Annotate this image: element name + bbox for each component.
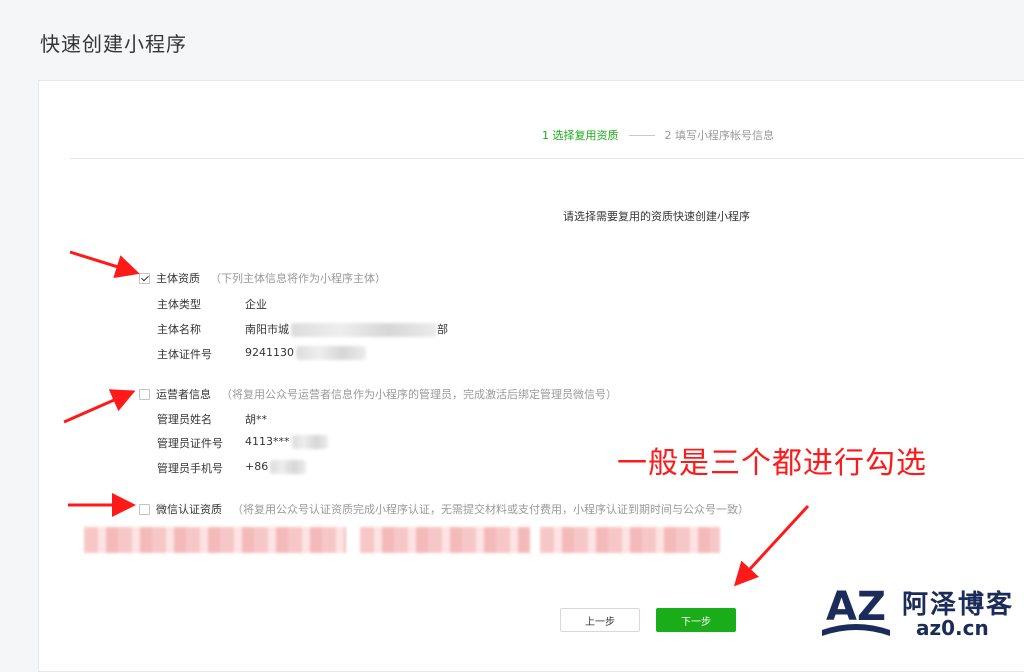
- subject-row-id: 主体证件号 9241130: [157, 346, 366, 362]
- redacted-blur: [291, 435, 328, 449]
- row-key: 主体类型: [157, 298, 201, 311]
- row-key: 主体名称: [157, 323, 201, 336]
- section-wechat-auth: 微信认证资质 （将复用公众号认证资质完成小程序认证，无需提交材料或支付费用，小程…: [139, 501, 749, 517]
- intro-text: 请选择需要复用的资质快速创建小程序: [563, 210, 750, 223]
- redacted-blur: [296, 346, 366, 360]
- step-indicator: 1 选择复用资质 2 填写小程序帐号信息: [542, 127, 774, 143]
- redacted-blur: [291, 323, 437, 337]
- prev-button[interactable]: 上一步: [560, 608, 640, 632]
- row-value-text: 9241130: [245, 346, 294, 359]
- wechat-auth-note: （将复用公众号认证资质完成小程序认证，无需提交材料或支付费用，小程序认证到期时间…: [232, 503, 749, 516]
- row-value: 南阳市城 部: [245, 321, 448, 337]
- section-subject: 主体资质 （下列主体信息将作为小程序主体）: [139, 270, 386, 286]
- operator-row-id: 管理员证件号 4113***: [157, 435, 328, 451]
- step-connector: [628, 134, 655, 136]
- subject-row-type: 主体类型 企业: [157, 296, 267, 312]
- subject-note: （下列主体信息将作为小程序主体）: [210, 272, 386, 285]
- wechat-auth-label: 微信认证资质: [156, 503, 222, 516]
- operator-note: （将复用公众号运营者信息作为小程序的管理员，完成激活后绑定管理员微信号）: [221, 388, 617, 401]
- row-value: 9241130: [245, 346, 366, 362]
- logo-mark-text: AZ: [826, 584, 886, 630]
- step-divider: [70, 158, 1024, 159]
- subject-label: 主体资质: [156, 272, 200, 285]
- wechat-auth-checkbox[interactable]: [139, 503, 150, 515]
- logo-url: az0.cn: [916, 616, 989, 640]
- row-value: 胡**: [245, 413, 267, 426]
- row-key: 管理员手机号: [157, 462, 223, 475]
- operator-checkbox[interactable]: [139, 388, 150, 400]
- annotation-text: 一般是三个都进行勾选: [617, 446, 927, 481]
- row-key: 管理员证件号: [157, 437, 223, 450]
- row-key: 主体证件号: [157, 348, 212, 361]
- row-value: +86: [245, 460, 307, 476]
- row-value-suffix: 部: [437, 323, 448, 336]
- operator-row-name: 管理员姓名 胡**: [157, 411, 267, 427]
- subject-row-name: 主体名称 南阳市城 部: [157, 321, 448, 337]
- operator-row-phone: 管理员手机号 +86: [157, 460, 307, 476]
- redacted-blur-pink: [84, 527, 346, 553]
- book-logo-icon: AZ: [822, 584, 890, 636]
- redacted-blur: [270, 460, 307, 474]
- operator-label: 运营者信息: [156, 388, 211, 401]
- step-2: 2 填写小程序帐号信息: [664, 129, 775, 142]
- row-value-text: +86: [245, 460, 269, 473]
- row-value-text: 南阳市城: [245, 323, 289, 336]
- row-value-text: 4113***: [245, 435, 290, 448]
- row-key: 管理员姓名: [157, 413, 212, 426]
- row-value: 企业: [245, 298, 267, 311]
- next-button[interactable]: 下一步: [656, 608, 736, 632]
- page-title: 快速创建小程序: [40, 32, 187, 56]
- redacted-blur-pink: [360, 527, 530, 553]
- step-1: 1 选择复用资质: [542, 129, 619, 142]
- row-value: 4113***: [245, 435, 328, 451]
- subject-checkbox[interactable]: [139, 272, 150, 284]
- section-operator: 运营者信息 （将复用公众号运营者信息作为小程序的管理员，完成激活后绑定管理员微信…: [139, 386, 617, 402]
- redacted-blur-pink: [540, 527, 720, 553]
- watermark-logo: AZ 阿泽博客 az0.cn: [812, 578, 1022, 648]
